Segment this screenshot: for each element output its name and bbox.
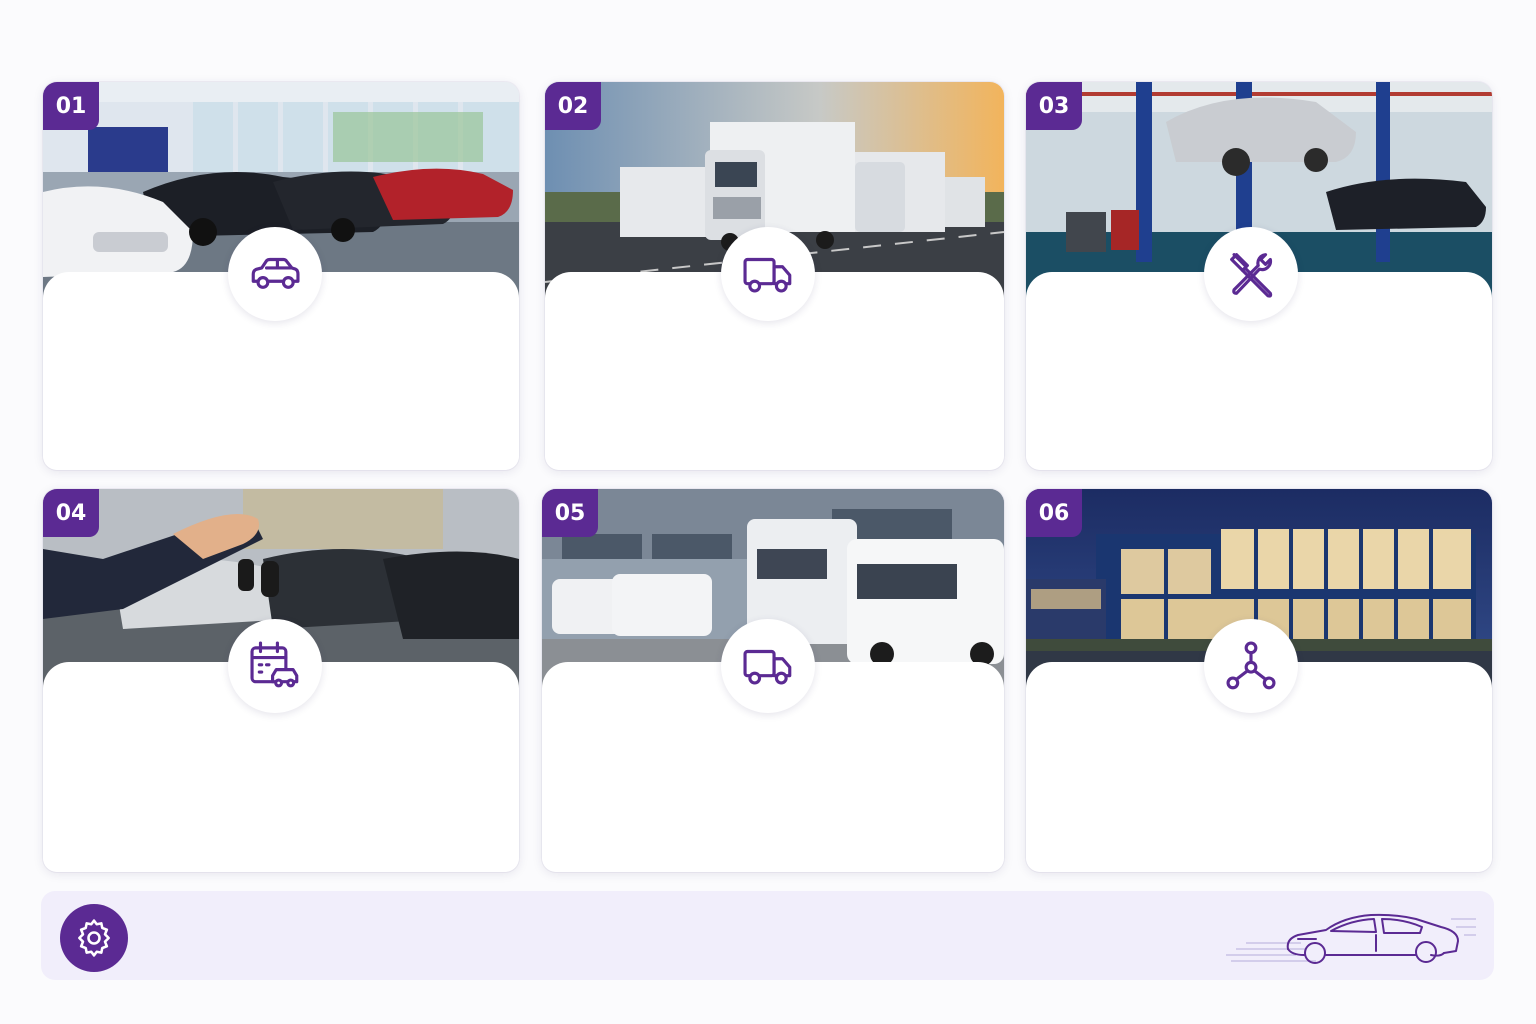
car-outline-icon xyxy=(1226,913,1476,964)
service-card-06[interactable]: 06 xyxy=(1026,489,1492,872)
truck-icon xyxy=(721,227,815,321)
network-nodes-icon xyxy=(1204,619,1298,713)
gear-icon[interactable] xyxy=(60,904,128,972)
services-grid: 01 02 03 04 05 06 xyxy=(0,0,1536,880)
card-number-badge: 06 xyxy=(1026,489,1082,537)
car-icon xyxy=(228,227,322,321)
footer-bar xyxy=(41,891,1494,980)
service-card-01[interactable]: 01 xyxy=(43,82,519,470)
card-number-badge: 05 xyxy=(542,489,598,537)
truck-icon xyxy=(721,619,815,713)
wrench-screwdriver-icon xyxy=(1204,227,1298,321)
calendar-car-icon xyxy=(228,619,322,713)
card-number-badge: 01 xyxy=(43,82,99,130)
service-card-03[interactable]: 03 xyxy=(1026,82,1492,470)
card-number-badge: 02 xyxy=(545,82,601,130)
card-number-badge: 03 xyxy=(1026,82,1082,130)
card-number-badge: 04 xyxy=(43,489,99,537)
service-card-05[interactable]: 05 xyxy=(542,489,1004,872)
service-card-04[interactable]: 04 xyxy=(43,489,519,872)
service-card-02[interactable]: 02 xyxy=(545,82,1004,470)
